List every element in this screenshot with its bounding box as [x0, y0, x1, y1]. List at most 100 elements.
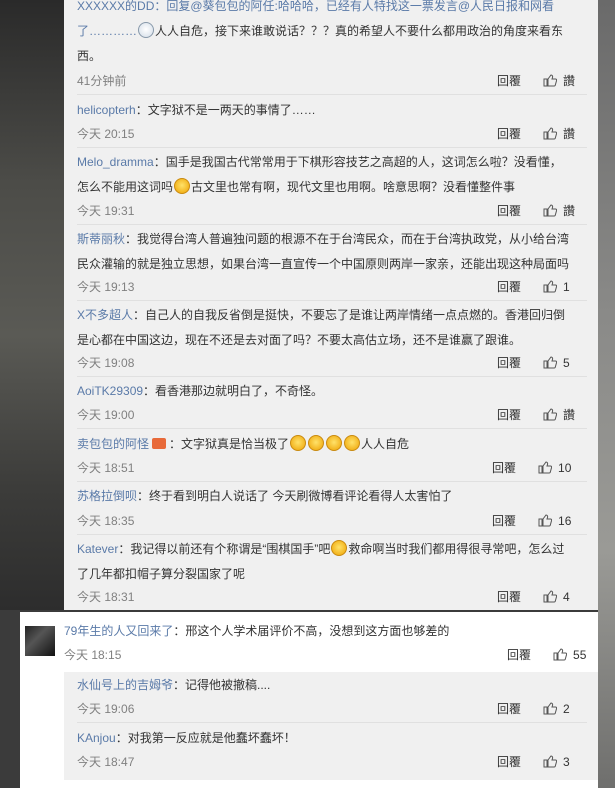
comment-text: 救命啊当时我们都用得很寻常吧，怎么过	[348, 542, 565, 556]
comment-item: XXXXXX的DD：回复@葵包包的阿任:哈哈哈，已经有人特找这一票发言@人民日报…	[77, 0, 587, 69]
reply-button[interactable]: 回覆	[497, 125, 521, 142]
thumb-up-icon[interactable]	[543, 204, 558, 217]
reply-button[interactable]: 回覆	[492, 459, 516, 476]
comment-time: 今天 19:31	[77, 204, 135, 218]
divider	[77, 428, 587, 429]
thumb-up-icon[interactable]	[543, 74, 558, 87]
comment-text-part: 人人自危，接下来谁敢说话？？？真的希望人不要什么都用政治的角度来看东	[155, 24, 564, 38]
divider	[77, 722, 587, 723]
comment-actions: 回覆 讚	[497, 406, 575, 423]
thumb-up-icon[interactable]	[543, 280, 558, 293]
comment-time: 今天 18:47	[77, 755, 135, 769]
reply-button[interactable]: 回覆	[497, 700, 521, 717]
comment-text: 民众灌输的就是独立思想，如果台湾一直宣传一个中国原则两岸一家亲，还能出现这种局面…	[77, 257, 570, 271]
comment-text: ：文字狱真是恰当极了	[169, 437, 290, 451]
reply-button[interactable]: 回覆	[497, 406, 521, 423]
comment-actions: 回覆 讚	[497, 202, 575, 219]
comment-text: 了几年都扣帽子算分裂国家了呢	[77, 567, 246, 581]
like-count: 讚	[563, 204, 576, 218]
comment-item: Katever：我记得以前还有个称谓是“围棋国手”吧 救命啊当时我们都用得很寻常吧…	[77, 537, 592, 587]
username-link[interactable]: 苏格拉倒呗	[77, 489, 137, 503]
comment-text-part: 了…………	[77, 24, 138, 38]
reply-button[interactable]: 回覆	[507, 646, 531, 663]
emoji-face-icon	[138, 22, 155, 38]
username-link[interactable]: 水仙号上的吉姆爷	[77, 678, 173, 692]
username-link[interactable]: helicopterh	[77, 103, 136, 117]
username-link[interactable]: 卖包包的阿怪	[77, 437, 149, 451]
thumb-up-icon[interactable]	[538, 461, 553, 474]
reply-button[interactable]: 回覆	[497, 278, 521, 295]
comment-text: ：我记得以前还有个称谓是“围棋国手”吧	[118, 542, 331, 556]
divider	[77, 481, 587, 482]
like-count: 16	[558, 513, 572, 528]
comment-text: 是心都在中国这边，现在不还是去对面了吗？不要太高估立场，还不是谁赢了跟谁。	[77, 333, 522, 347]
like-count: 1	[563, 279, 570, 294]
comment-actions: 回覆 5	[497, 354, 570, 371]
comment-text-part: 古文里也常有啊，现代文里也用啊。啥意思啊？没看懂整件事	[191, 180, 516, 194]
like-count: 讚	[563, 127, 576, 141]
comment-time: 今天 18:51	[77, 461, 135, 475]
divider	[77, 300, 587, 301]
reply-item: KAnjou：对我第一反应就是他蠢坏蠢坏！	[77, 726, 296, 751]
username-link[interactable]: Katever	[77, 542, 118, 556]
like-count: 5	[563, 355, 570, 370]
like-count: 2	[563, 701, 570, 716]
comment-item: AoiTK29309：看香港那边就明白了，不奇怪。	[77, 379, 323, 404]
main-comment: 79年生的人又回来了：邢这个人学术届评价不高，没想到这方面也够差的	[64, 619, 449, 644]
reply-item: 水仙号上的吉姆爷：记得他被撤稿....	[77, 673, 270, 698]
comment-text: ：记得他被撤稿....	[173, 678, 271, 692]
comment-text: 人人自危	[361, 437, 410, 451]
comment-actions: 回覆 55	[507, 646, 586, 663]
comment-item: 卖包包的阿怪 ：文字狱真是恰当极了 人人自危	[77, 432, 409, 457]
avatar[interactable]	[25, 626, 55, 656]
username-link[interactable]: 79年生的人又回来了	[64, 624, 173, 638]
username-link[interactable]: 斯蒂丽秋	[77, 232, 125, 246]
reply-button[interactable]: 回覆	[497, 72, 521, 89]
comment-item: 苏格拉倒呗：终于看到明白人说话了 今天刷微博看评论看得人太害怕了	[77, 484, 452, 509]
comment-time: 今天 18:31	[77, 590, 135, 604]
like-count: 10	[558, 460, 572, 475]
comment-time: 今天 19:13	[77, 280, 135, 294]
comment-text: 西。	[77, 49, 102, 63]
thumb-up-icon[interactable]	[543, 127, 558, 140]
comment-text: ：自己人的自我反省倒是挺快，不要忘了是谁让两岸情绪一点点燃的。香港回归倒	[133, 308, 566, 322]
thumb-up-icon[interactable]	[543, 755, 558, 768]
comment-text: 了………… 人人自危，接下来谁敢说话？？？真的希望人不要什么都用政治的角度来看东	[77, 19, 587, 44]
comment-text-part: 怎么不能用这词吗	[77, 180, 174, 194]
emoji-smile-icon	[331, 540, 348, 556]
username-link[interactable]: KAnjou	[77, 731, 116, 745]
thumb-up-icon[interactable]	[543, 408, 558, 421]
comment-actions: 回覆 4	[497, 588, 570, 605]
thumb-up-icon[interactable]	[538, 514, 553, 527]
comment-actions: 回覆 16	[492, 512, 571, 529]
comment-actions: 回覆 讚	[497, 72, 575, 89]
reply-button[interactable]: 回覆	[492, 512, 516, 529]
thumb-up-icon[interactable]	[543, 356, 558, 369]
like-count: 4	[563, 589, 570, 604]
comment-text: ：邢这个人学术届评价不高，没想到这方面也够差的	[173, 624, 450, 638]
username-link[interactable]: Melo_dramma	[77, 155, 154, 169]
reply-button[interactable]: 回覆	[497, 354, 521, 371]
emoji-cry-icon	[326, 435, 343, 451]
emoji-laugh-icon	[174, 178, 191, 194]
username-link[interactable]: X不多超人	[77, 308, 133, 322]
thumb-up-icon[interactable]	[553, 648, 568, 661]
comment-actions: 回覆 10	[492, 459, 571, 476]
comment-item: X不多超人：自己人的自我反省倒是挺快，不要忘了是谁让两岸情绪一点点燃的。香港回归…	[77, 303, 597, 353]
comment-text: ：看香港那边就明白了，不奇怪。	[143, 384, 324, 398]
comment-time: 41分钟前	[77, 74, 127, 88]
comment-time: 今天 19:00	[77, 408, 135, 422]
comment-time: 今天 18:15	[64, 648, 122, 662]
reply-button[interactable]: 回覆	[497, 202, 521, 219]
comment-time: 今天 19:08	[77, 356, 135, 370]
thumb-up-icon[interactable]	[543, 590, 558, 603]
thumb-up-icon[interactable]	[543, 702, 558, 715]
reply-button[interactable]: 回覆	[497, 588, 521, 605]
reply-button[interactable]: 回覆	[497, 753, 521, 770]
comment-text: ：我觉得台湾人普遍独问题的根源不在于台湾民众，而在于台湾执政党，从小给台湾	[125, 232, 570, 246]
comment-actions: 回覆 讚	[497, 125, 575, 142]
username-link[interactable]: AoiTK29309	[77, 384, 143, 398]
emoji-cry-icon	[344, 435, 361, 451]
comment-text: ：终于看到明白人说话了 今天刷微博看评论看得人太害怕了	[137, 489, 453, 503]
comment-time: 今天 19:06	[77, 702, 135, 716]
